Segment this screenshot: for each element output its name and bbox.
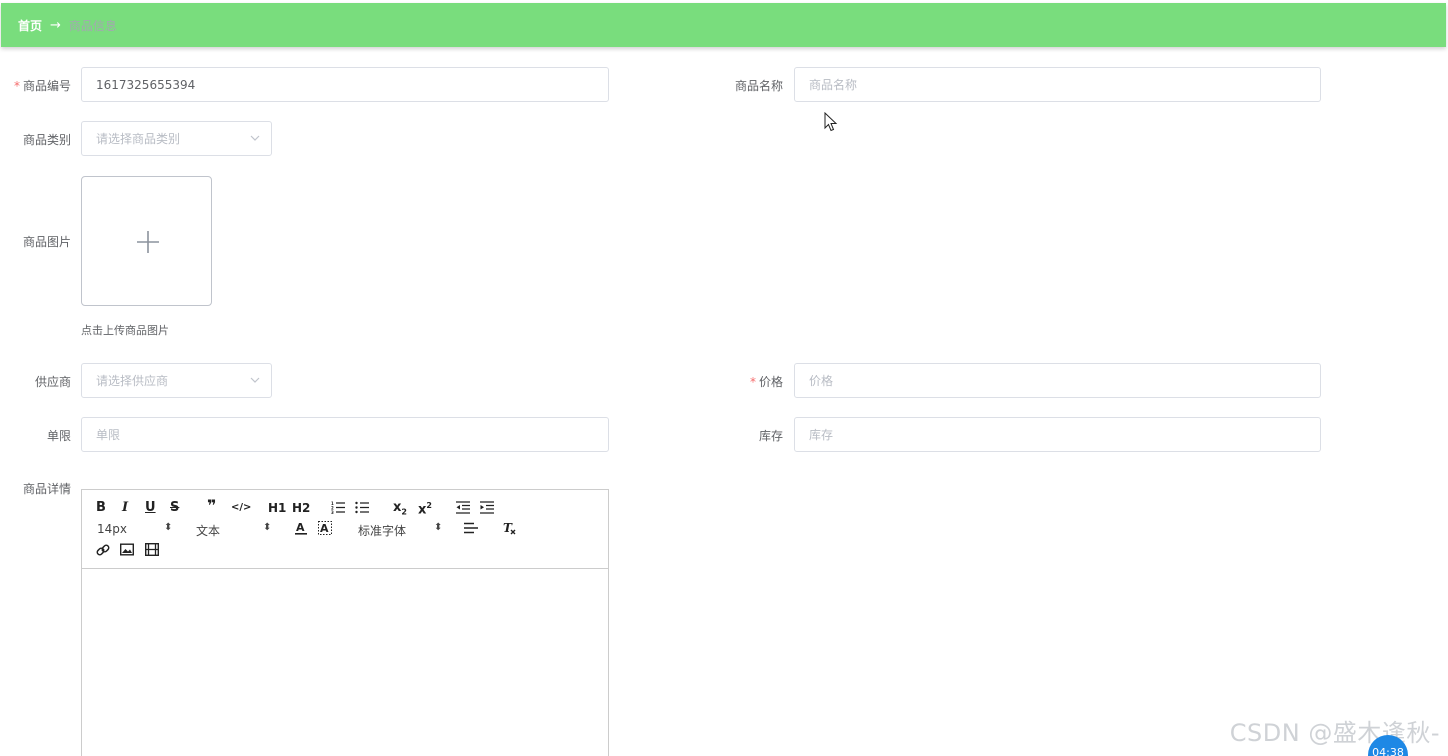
superscript-button[interactable]: x2 [418, 499, 432, 517]
link-icon[interactable] [96, 543, 110, 557]
header-select[interactable]: 文本 ⬍ [196, 522, 271, 539]
page: 首页 → 商品信息 * 商品编号 1617325655394 商品名称 商品名称 … [0, 0, 1448, 756]
limit-label: 单限 [46, 429, 71, 443]
breadcrumb-current: 商品信息 [68, 18, 117, 33]
name-input[interactable]: 商品名称 [794, 67, 1321, 102]
strike-button[interactable]: S [170, 501, 179, 515]
video-icon[interactable] [145, 543, 159, 556]
supplier-placeholder: 请选择供应商 [96, 374, 169, 388]
svg-text:A: A [320, 522, 329, 535]
font-family-select[interactable]: 标准字体 ⬍ [358, 522, 442, 539]
select-arrows-icon: ⬍ [164, 522, 173, 533]
blockquote-button[interactable]: ❞ [207, 498, 216, 514]
plus-icon [137, 231, 159, 253]
svg-text:3: 3 [331, 510, 334, 514]
header1-button[interactable]: H1 [268, 501, 286, 515]
chevron-down-icon [250, 377, 260, 383]
code-label: * 商品编号 [13, 79, 71, 93]
align-left-icon[interactable] [464, 522, 478, 535]
breadcrumb: 首页 → 商品信息 [1, 3, 1446, 47]
select-arrows-icon: ⬍ [263, 522, 272, 533]
italic-button[interactable]: I [122, 501, 128, 515]
detail-label: 商品详情 [22, 482, 71, 496]
rich-text-editor: B I U S ❞ </> H1 H2 123 x2 x2 14px ⬍ 文本 … [81, 489, 609, 756]
required-mark: * [749, 375, 756, 389]
stock-label: 库存 [758, 429, 783, 443]
editor-toolbar: B I U S ❞ </> H1 H2 123 x2 x2 14px ⬍ 文本 … [82, 490, 608, 569]
price-input[interactable]: 价格 [794, 363, 1321, 398]
code-input[interactable]: 1617325655394 [81, 67, 609, 102]
clear-format-icon[interactable]: T [502, 521, 517, 536]
category-placeholder: 请选择商品类别 [96, 132, 181, 146]
chevron-down-icon [250, 135, 260, 141]
header2-button[interactable]: H2 [292, 501, 310, 515]
limit-input[interactable]: 单限 [81, 417, 609, 452]
name-label: 商品名称 [734, 79, 783, 93]
stock-placeholder: 库存 [809, 428, 834, 442]
price-placeholder: 价格 [809, 374, 834, 388]
font-family-value: 标准字体 [358, 524, 407, 538]
image-icon[interactable] [120, 543, 134, 556]
outdent-icon[interactable] [456, 501, 470, 514]
category-label: 商品类别 [22, 133, 71, 147]
background-color-icon[interactable]: A [318, 521, 332, 536]
image-upload[interactable] [81, 176, 212, 306]
bold-button[interactable]: B [96, 501, 106, 515]
mouse-cursor-icon [824, 112, 838, 132]
svg-text:A: A [296, 521, 305, 534]
watermark: CSDN @盛木逢秋- [1229, 719, 1440, 747]
stock-input[interactable]: 库存 [794, 417, 1321, 452]
code-block-button[interactable]: </> [231, 501, 251, 515]
select-arrows-icon: ⬍ [434, 522, 443, 533]
image-label: 商品图片 [22, 235, 71, 249]
ordered-list-icon[interactable]: 123 [331, 501, 345, 514]
header-value: 文本 [196, 524, 221, 538]
category-select[interactable]: 请选择商品类别 [81, 121, 272, 156]
subscript-button[interactable]: x2 [393, 501, 407, 520]
font-size-value: 14px [97, 522, 127, 536]
limit-placeholder: 单限 [96, 428, 121, 442]
font-size-select[interactable]: 14px ⬍ [97, 522, 172, 536]
indent-icon[interactable] [480, 501, 494, 514]
code-value: 1617325655394 [96, 77, 196, 92]
breadcrumb-home[interactable]: 首页 [18, 17, 42, 34]
upload-tip: 点击上传商品图片 [81, 324, 169, 337]
price-label: * 价格 [749, 375, 783, 389]
breadcrumb-separator: → [50, 17, 61, 33]
required-mark: * [13, 79, 20, 93]
name-placeholder: 商品名称 [809, 78, 858, 92]
supplier-label: 供应商 [34, 375, 71, 389]
editor-content[interactable] [82, 569, 608, 756]
supplier-select[interactable]: 请选择供应商 [81, 363, 272, 398]
bullet-list-icon[interactable] [355, 501, 369, 514]
underline-button[interactable]: U [145, 501, 156, 515]
text-color-icon[interactable]: A [294, 521, 308, 536]
